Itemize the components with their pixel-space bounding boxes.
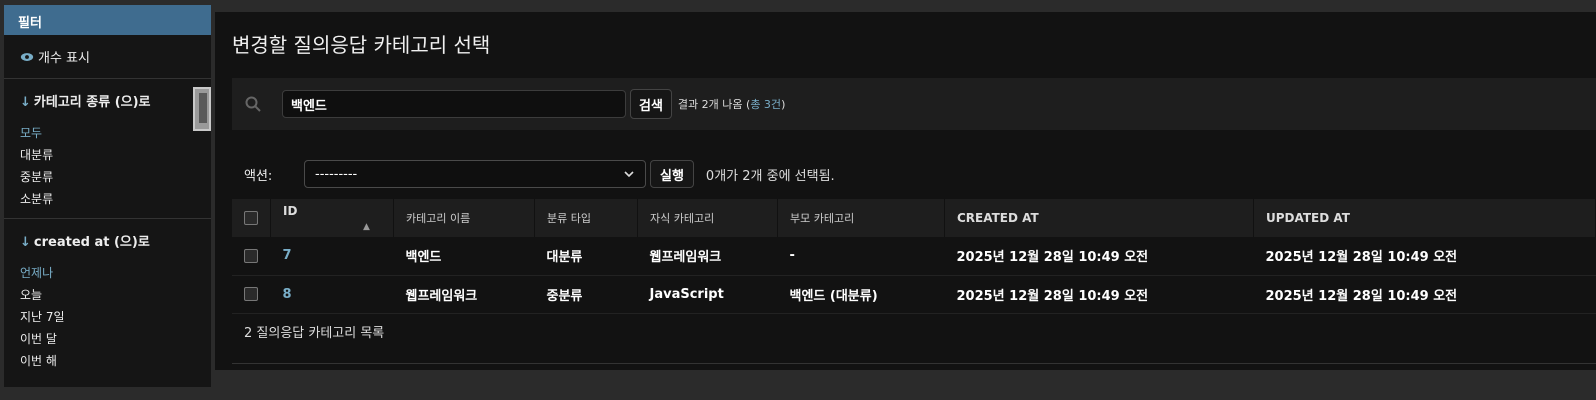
action-select[interactable]: ---------	[304, 160, 646, 188]
row-checkbox[interactable]	[244, 287, 258, 301]
row-name: 웹프레임워크	[393, 275, 535, 314]
column-header-type[interactable]: 분류 타입	[534, 199, 638, 237]
table-row: 8 웹프레임워크 중분류 JavaScript 백엔드 (대분류) 2025년 …	[232, 275, 1596, 314]
eye-icon	[20, 52, 34, 61]
result-count-footer: 2 질의응답 카테고리 목록	[244, 326, 385, 341]
row-type: 대분류	[534, 237, 638, 276]
row-id-link[interactable]: 7	[270, 237, 394, 276]
filter-header: 필터	[4, 5, 211, 35]
row-created: 2025년 12월 28일 10:49 오전	[944, 237, 1254, 276]
column-header-id[interactable]: ID▲	[270, 199, 394, 237]
filter-list-category: 모두 대분류 중분류 소분류	[4, 118, 211, 218]
row-type: 중분류	[534, 275, 638, 314]
show-count-toggle[interactable]: 개수 표시	[4, 35, 211, 78]
show-count-label: 개수 표시	[38, 51, 90, 66]
row-updated: 2025년 12월 28일 10:49 오전	[1253, 237, 1596, 276]
filter-item-today[interactable]: 오늘	[20, 284, 195, 306]
row-parent: -	[777, 237, 945, 276]
row-child: 웹프레임워크	[637, 237, 778, 276]
table-header-row: ID▲ 카테고리 이름 분류 타입 자식 카테고리 부모 카테고리 CREATE…	[232, 199, 1596, 237]
select-all-header	[232, 199, 271, 237]
filter-item-this-year[interactable]: 이번 해	[20, 350, 195, 372]
selection-counter: 0개가 2개 중에 선택됨.	[705, 168, 835, 184]
column-header-parent[interactable]: 부모 카테고리	[777, 199, 945, 237]
row-select-cell	[232, 237, 271, 276]
row-select-cell	[232, 275, 271, 314]
column-header-child[interactable]: 자식 카테고리	[637, 199, 778, 237]
chevron-down-icon	[624, 171, 634, 178]
row-created: 2025년 12월 28일 10:49 오전	[944, 275, 1254, 314]
row-updated: 2025년 12월 28일 10:49 오전	[1253, 275, 1596, 314]
sort-asc-icon[interactable]: ▲	[363, 222, 370, 232]
filter-list-created: 언제나 오늘 지난 7일 이번 달 이번 해	[4, 258, 211, 380]
select-all-checkbox[interactable]	[244, 211, 258, 225]
search-icon	[245, 96, 261, 112]
filter-item-minor[interactable]: 소분류	[20, 188, 195, 210]
row-name: 백엔드	[393, 237, 535, 276]
filter-item-anytime[interactable]: 언제나	[20, 262, 195, 284]
main-panel: 변경할 질의응답 카테고리 선택 검색 결과 2개 나옴 (총 3건) 액션: …	[215, 12, 1596, 370]
row-id-link[interactable]: 8	[270, 275, 394, 314]
table-row: 7 백엔드 대분류 웹프레임워크 - 2025년 12월 28일 10:49 오…	[232, 237, 1596, 276]
filter-item-all[interactable]: 모두	[20, 122, 195, 144]
column-header-created[interactable]: CREATED AT	[944, 199, 1254, 237]
overlay-widget	[193, 87, 211, 131]
search-bar: 검색 결과 2개 나옴 (총 3건)	[232, 78, 1596, 130]
page-title: 변경할 질의응답 카테고리 선택	[232, 33, 491, 57]
filter-item-middle[interactable]: 중분류	[20, 166, 195, 188]
filter-sidebar: 필터 개수 표시 ↓ 카테고리 종류 (으)로 모두 대분류 중분류 소분류 ↓ c…	[4, 5, 211, 387]
row-child: JavaScript	[637, 275, 778, 314]
arrow-down-icon: ↓	[20, 95, 31, 110]
actions-bar: 액션: --------- 실행 0개가 2개 중에 선택됨.	[232, 160, 835, 188]
row-parent: 백엔드 (대분류)	[777, 275, 945, 314]
show-all-link[interactable]: 총 3건	[750, 98, 781, 111]
action-label: 액션:	[244, 168, 273, 184]
filter-item-this-month[interactable]: 이번 달	[20, 328, 195, 350]
run-action-button[interactable]: 실행	[650, 160, 694, 188]
arrow-down-icon: ↓	[20, 235, 31, 250]
filter-item-major[interactable]: 대분류	[20, 144, 195, 166]
column-header-name[interactable]: 카테고리 이름	[393, 199, 535, 237]
results-table: ID▲ 카테고리 이름 분류 타입 자식 카테고리 부모 카테고리 CREATE…	[232, 199, 1596, 314]
filter-group-title-category: ↓ 카테고리 종류 (으)로	[20, 95, 151, 110]
search-input[interactable]	[282, 90, 626, 118]
column-header-updated[interactable]: UPDATED AT	[1253, 199, 1596, 237]
search-button[interactable]: 검색	[630, 89, 672, 119]
row-checkbox[interactable]	[244, 248, 258, 263]
filter-group-title-created: ↓ created at (으)로	[20, 235, 150, 250]
search-result-text: 결과 2개 나옴 (총 3건)	[677, 98, 786, 111]
filter-item-7days[interactable]: 지난 7일	[20, 306, 195, 328]
